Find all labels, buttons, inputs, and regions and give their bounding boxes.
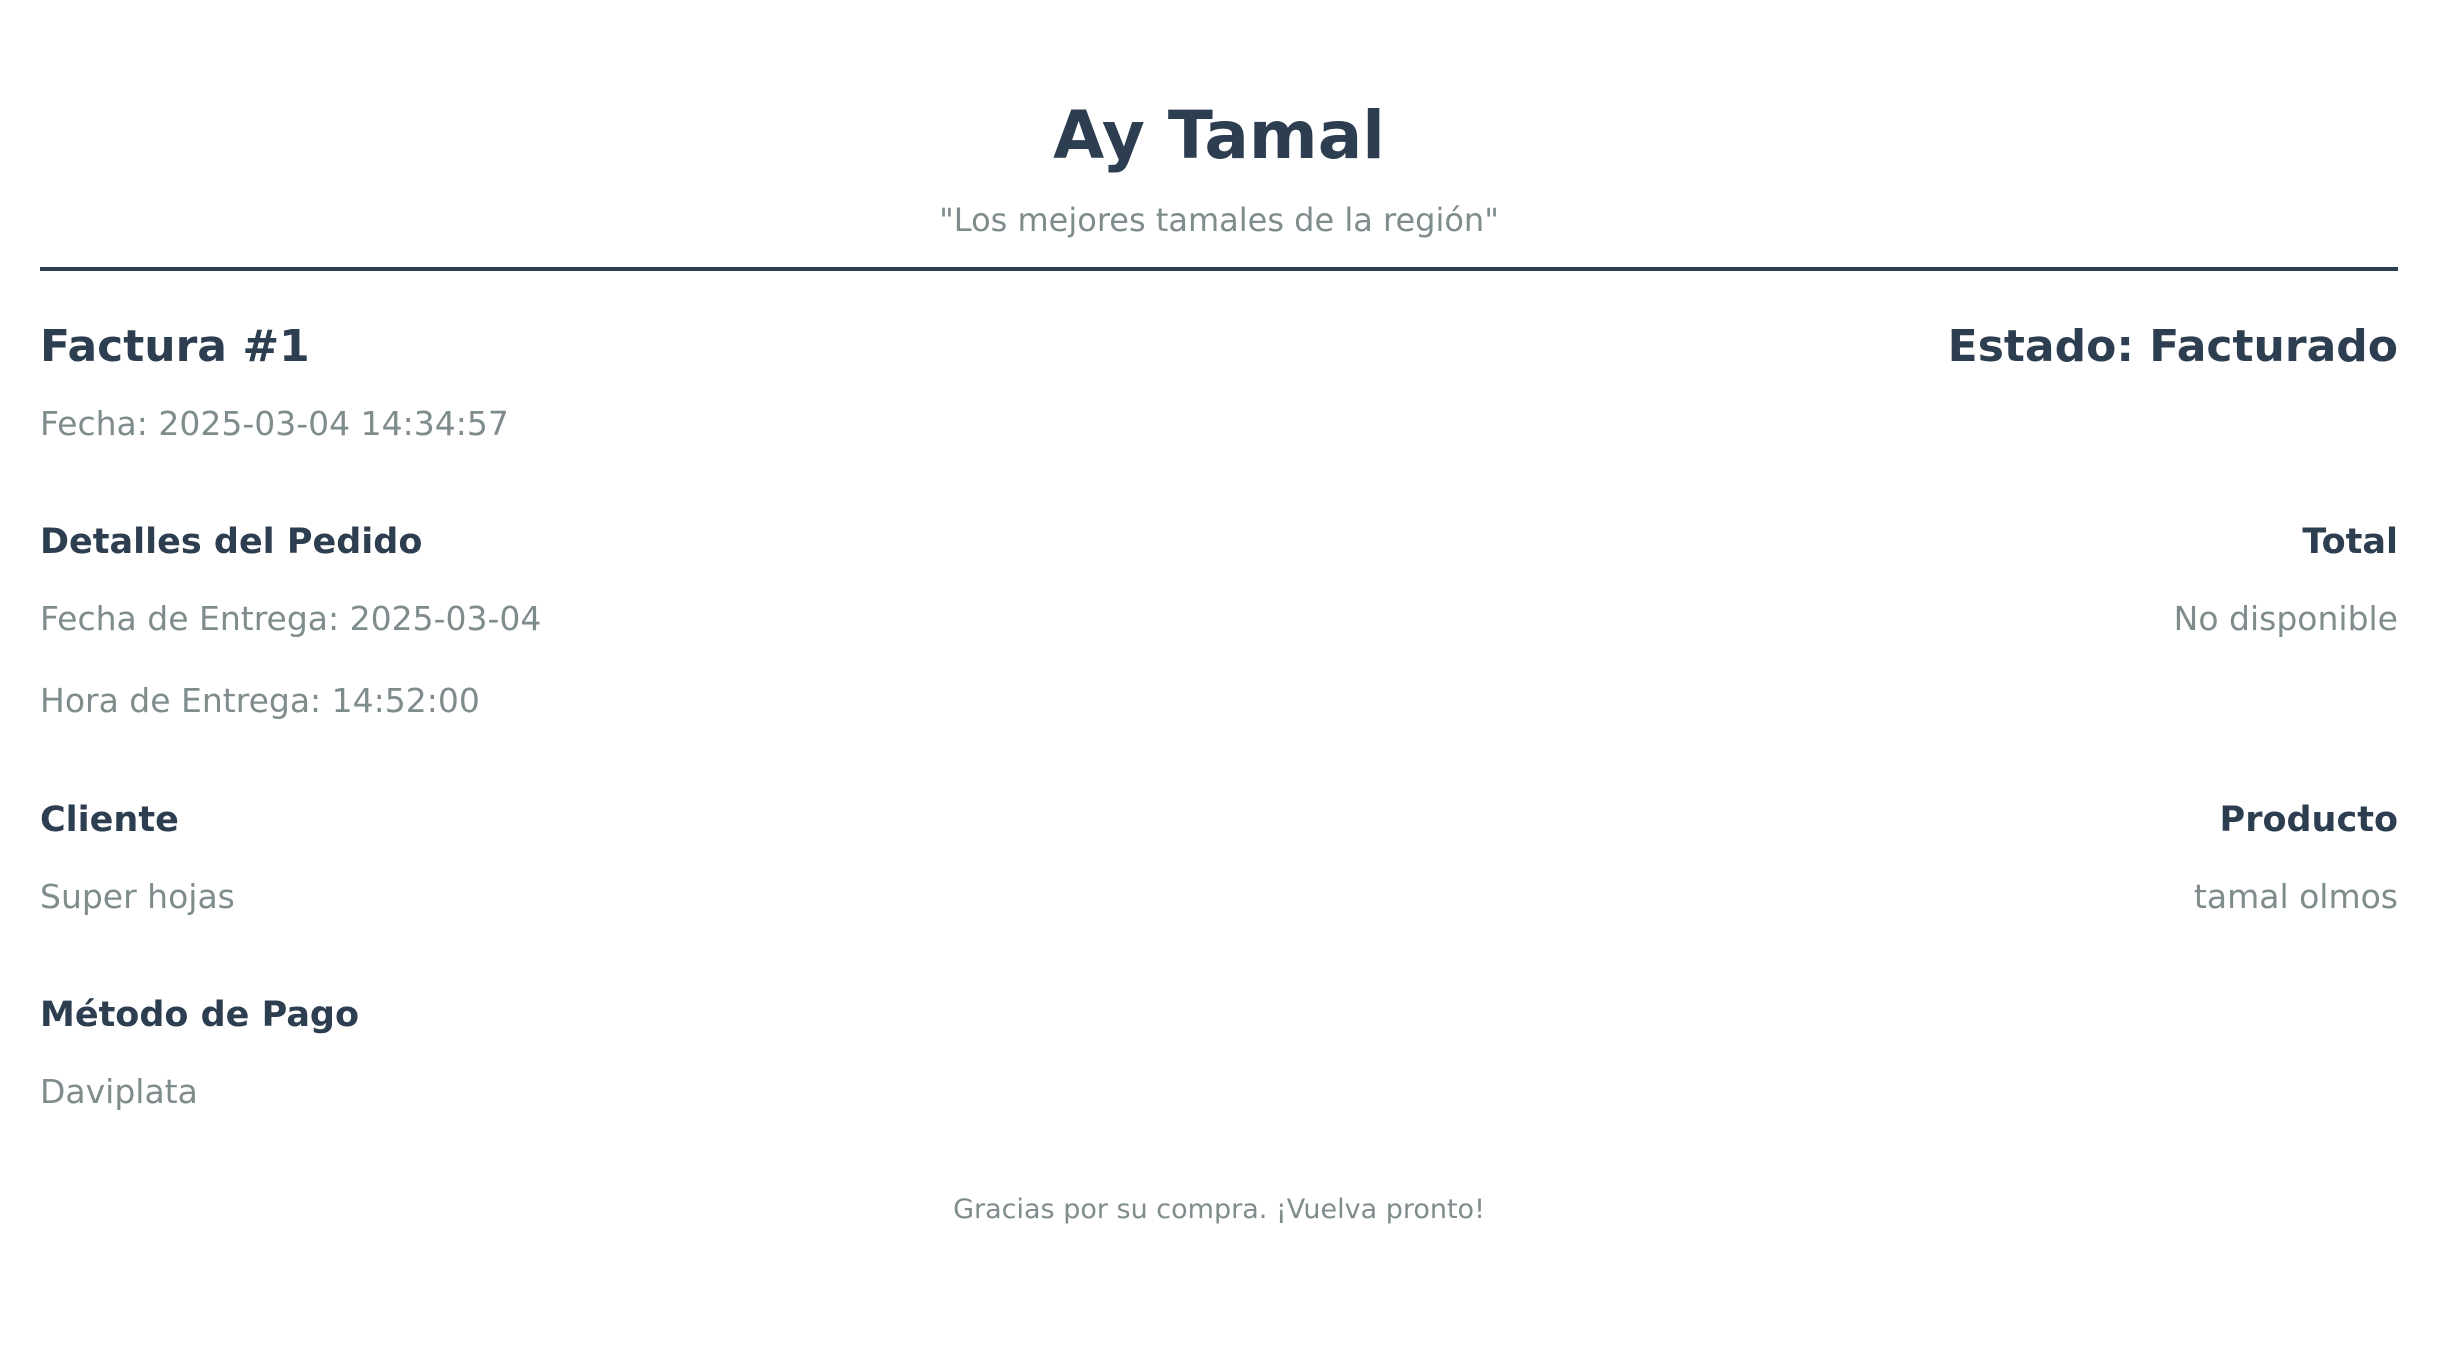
total-value: No disponible	[2173, 599, 2398, 639]
client-heading: Cliente	[40, 799, 179, 840]
brand-title: Ay Tamal	[1053, 97, 1385, 174]
order-total-row: Detalles del Pedido Fecha de Entrega: 20…	[40, 521, 2398, 720]
invoice-date: Fecha: 2025-03-04 14:34:57	[40, 403, 509, 443]
payment-heading: Método de Pago	[40, 995, 360, 1036]
invoice-status: Estado: Facturado	[1947, 320, 2398, 372]
client-value: Super hojas	[40, 876, 235, 916]
order-details-section: Detalles del Pedido Fecha de Entrega: 20…	[40, 521, 541, 720]
product-section: Producto tamal olmos	[2194, 799, 2398, 917]
total-heading: Total	[2302, 522, 2398, 563]
client-section: Cliente Super hojas	[40, 799, 235, 917]
total-section: Total No disponible	[2174, 521, 2398, 639]
invoice-page: Ay Tamal "Los mejores tamales de la regi…	[0, 0, 2438, 1356]
footer-thanks: Gracias por su compra. ¡Vuelva pronto!	[953, 1193, 1485, 1225]
invoice-title-row: Factura #1 Estado: Facturado	[40, 321, 2398, 374]
invoice-header: Ay Tamal "Los mejores tamales de la regi…	[40, 0, 2398, 239]
product-heading: Producto	[2219, 799, 2398, 840]
invoice-number: Factura #1	[40, 320, 310, 372]
brand-slogan: "Los mejores tamales de la región"	[939, 200, 1499, 239]
delivery-time: Hora de Entrega: 14:52:00	[40, 680, 480, 720]
header-divider	[40, 266, 2398, 271]
order-details-heading: Detalles del Pedido	[40, 522, 423, 563]
payment-value: Daviplata	[40, 1072, 198, 1112]
payment-section: Método de Pago Daviplata	[40, 994, 2398, 1112]
delivery-date: Fecha de Entrega: 2025-03-04	[40, 599, 542, 639]
product-value: tamal olmos	[2193, 876, 2398, 916]
client-product-row: Cliente Super hojas Producto tamal olmos	[40, 799, 2398, 917]
